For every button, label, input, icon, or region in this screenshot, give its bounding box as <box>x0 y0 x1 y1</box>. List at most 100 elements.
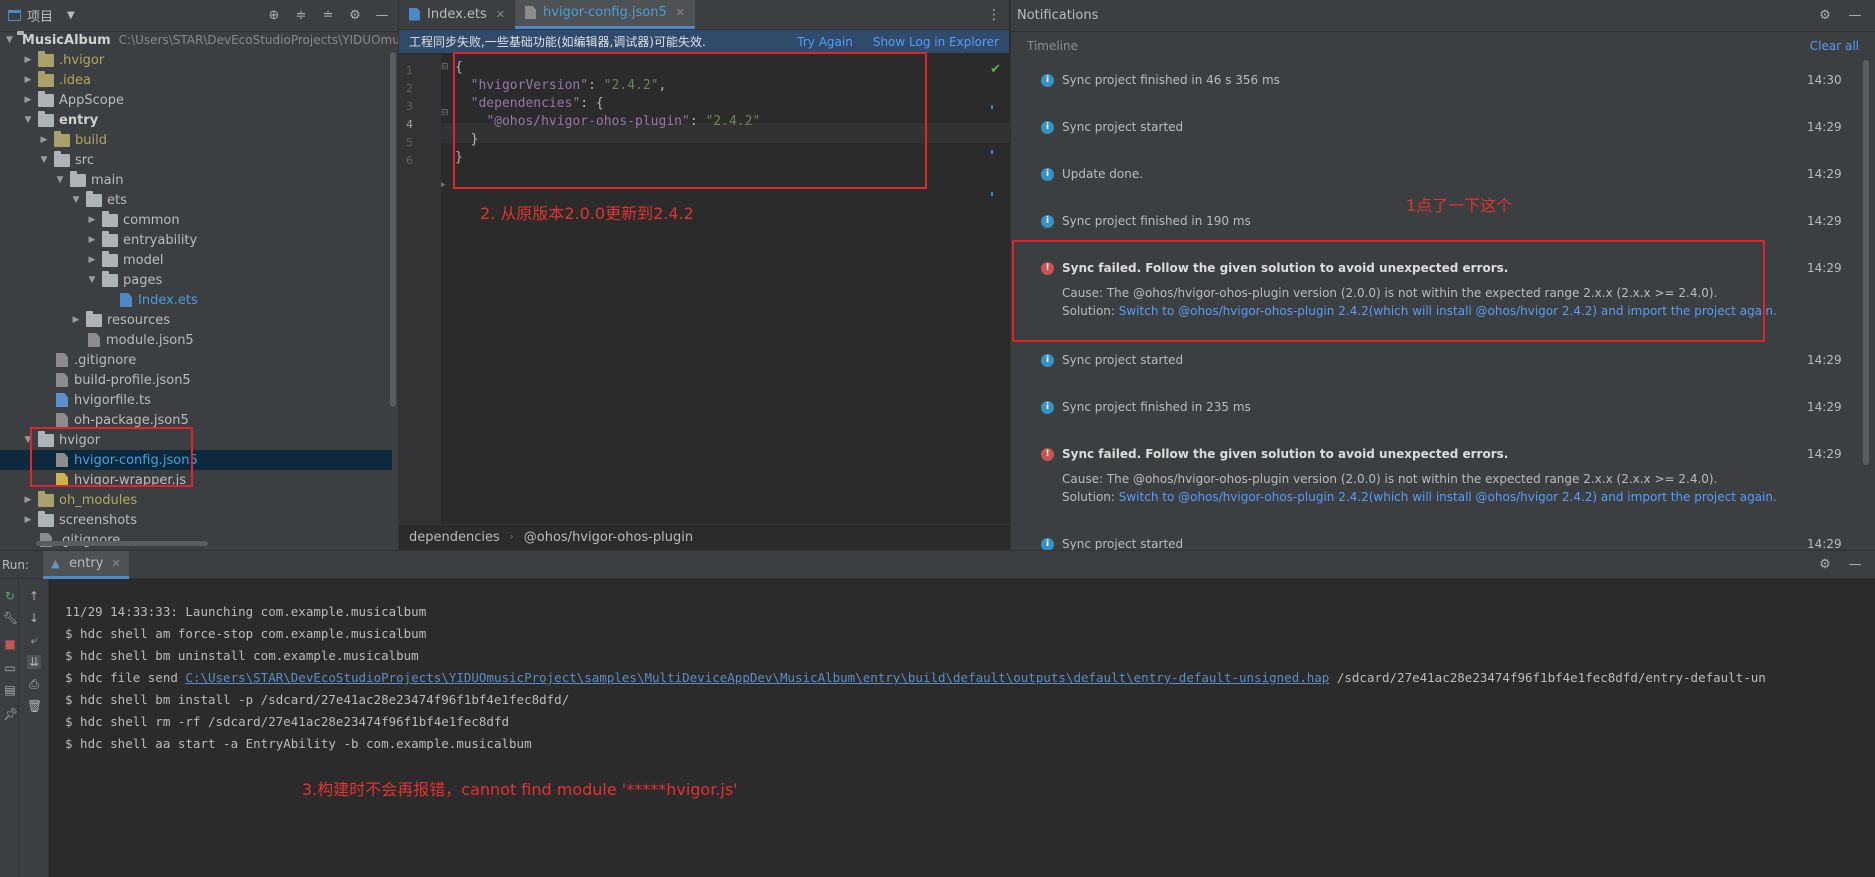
chevron-down-icon[interactable]: ▼ <box>22 435 34 445</box>
close-icon[interactable]: ✕ <box>676 6 685 19</box>
tree-item[interactable]: ▼ pages <box>0 270 392 290</box>
chevron-right-icon[interactable]: ▶ <box>22 75 34 85</box>
tree-item[interactable]: .gitignore <box>0 350 392 370</box>
tree-item[interactable]: hvigor-wrapper.js <box>0 470 392 490</box>
tree-item[interactable]: ▶ AppScope <box>0 90 392 110</box>
fold-icon[interactable]: ⊟ <box>441 108 449 118</box>
tree-item[interactable]: hvigor-config.json5 <box>0 450 392 470</box>
chevron-right-icon[interactable]: ▶ <box>86 235 98 245</box>
layout-icon[interactable]: ▤ <box>3 683 17 697</box>
restore-layout-icon[interactable]: ▭ <box>3 661 17 675</box>
tree-item[interactable]: ▶ common <box>0 210 392 230</box>
pin-icon[interactable]: 📌︎ <box>3 707 18 721</box>
tree-item[interactable]: module.json5 <box>0 330 392 350</box>
arrow-down-icon[interactable]: ↓ <box>27 611 41 625</box>
expand-all-icon[interactable]: ≑ <box>293 8 309 24</box>
tree-item[interactable]: ▼ hvigor <box>0 430 392 450</box>
fold-icon[interactable]: ▸ <box>441 180 449 190</box>
trash-icon[interactable]: 🗑︎ <box>27 699 42 713</box>
chevron-right-icon[interactable]: ▶ <box>22 95 34 105</box>
folder-icon <box>38 430 54 447</box>
tree-item[interactable]: ▶ .idea <box>0 70 392 90</box>
tree-item[interactable]: .gitignore <box>0 530 392 550</box>
gear-icon[interactable]: ⚙ <box>1817 8 1833 24</box>
chevron-right-icon[interactable]: ▶ <box>86 255 98 265</box>
tab-index-ets[interactable]: Index.ets ✕ <box>399 0 515 29</box>
tree-item[interactable]: ▶ .hvigor <box>0 50 392 70</box>
tree-item[interactable]: ▼ entry <box>0 110 392 130</box>
wrench-icon[interactable]: 🔧︎ <box>3 611 18 625</box>
gear-icon[interactable]: ⚙ <box>347 8 363 24</box>
scroll-to-end-icon[interactable]: ⇊ <box>27 655 41 669</box>
solution-link[interactable]: Switch to @ohos/hvigor-ohos-plugin 2.4.2… <box>1119 490 1777 504</box>
show-log-link[interactable]: Show Log in Explorer <box>873 35 999 49</box>
solution-link[interactable]: Switch to @ohos/hvigor-ohos-plugin 2.4.2… <box>1119 304 1777 318</box>
close-icon[interactable]: ✕ <box>111 557 120 570</box>
locate-icon[interactable]: ⊕ <box>266 8 282 24</box>
stop-icon[interactable]: ■ <box>3 637 17 651</box>
tree-item[interactable]: ▶ resources <box>0 310 392 330</box>
print-icon[interactable]: ⎙ <box>27 677 41 691</box>
tree-item[interactable]: hvigorfile.ts <box>0 390 392 410</box>
minimize-icon[interactable]: — <box>374 8 390 24</box>
fold-icon[interactable]: ⊟ <box>441 62 449 72</box>
tree-item[interactable]: ▶ model <box>0 250 392 270</box>
gear-icon[interactable]: ⚙ <box>1817 557 1833 573</box>
line-number: 3 <box>406 100 413 113</box>
clear-all-link[interactable]: Clear all <box>1810 39 1859 53</box>
file-path-link[interactable]: C:\Users\STAR\DevEcoStudioProjects\YIDUO… <box>185 670 1329 685</box>
chevron-down-icon[interactable]: ▼ <box>22 115 34 125</box>
tree-item[interactable]: ▶ build <box>0 130 392 150</box>
file-icon <box>56 373 68 387</box>
file-icon <box>56 453 68 467</box>
tree-item[interactable]: ▶ oh_modules <box>0 490 392 510</box>
vertical-scrollbar[interactable] <box>390 52 396 407</box>
code-line: { <box>455 60 463 75</box>
chevron-right-icon[interactable]: ▶ <box>22 515 34 525</box>
close-icon[interactable]: ✕ <box>496 8 505 21</box>
run-tab-entry[interactable]: ▲ entry ✕ <box>43 550 129 579</box>
chevron-down-icon[interactable]: ▼ <box>86 275 98 285</box>
tree-item[interactable]: ▶ entryability <box>0 230 392 250</box>
soft-wrap-icon[interactable]: ⤶ <box>27 633 41 647</box>
chevron-right-icon[interactable]: ▶ <box>22 55 34 65</box>
chevron-right-icon[interactable]: ▶ <box>22 495 34 505</box>
collapse-all-icon[interactable]: ≐ <box>320 8 336 24</box>
vertical-scrollbar[interactable] <box>1863 60 1869 465</box>
file-icon <box>56 353 68 367</box>
chevron-right-icon[interactable]: ▶ <box>38 135 50 145</box>
code-line: } <box>455 132 479 147</box>
arrow-up-icon[interactable]: ↑ <box>27 589 41 603</box>
tree-item-label: hvigor-wrapper.js <box>74 472 187 488</box>
tree-item[interactable]: build-profile.json5 <box>0 370 392 390</box>
minimize-icon[interactable]: — <box>1847 557 1863 573</box>
chevron-down-icon[interactable]: ▼ <box>6 35 13 45</box>
tree-item[interactable]: oh-package.json5 <box>0 410 392 430</box>
tree-item-label: model <box>123 252 164 268</box>
tree-item[interactable]: ▼ src <box>0 150 392 170</box>
chevron-down-icon[interactable]: ▼ <box>70 195 82 205</box>
tree-item[interactable]: ▼ MusicAlbum C:\Users\STAR\DevEcoStudioPro… <box>0 30 398 50</box>
info-icon: i <box>1041 354 1054 367</box>
chevron-down-icon[interactable]: ▼ <box>67 10 75 21</box>
tree-item[interactable]: ▼ main <box>0 170 392 190</box>
tree-item[interactable]: ▶ screenshots <box>0 510 392 530</box>
try-again-link[interactable]: Try Again <box>797 35 853 49</box>
tree-item[interactable]: ▼ ets <box>0 190 392 210</box>
more-vertical-icon[interactable]: ⋮ <box>987 7 1001 23</box>
tab-hvigor-config[interactable]: hvigor-config.json5 ✕ <box>515 0 695 29</box>
chevron-right-icon[interactable]: ▶ <box>86 215 98 225</box>
horizontal-scrollbar[interactable] <box>36 541 208 546</box>
run-label: Run: <box>2 557 30 572</box>
breadcrumb-item[interactable]: @ohos/hvigor-ohos-plugin <box>524 530 693 545</box>
tree-item[interactable]: Index.ets <box>0 290 392 310</box>
breadcrumb-item[interactable]: dependencies <box>409 530 500 545</box>
tree-item-label: MusicAlbum <box>21 32 111 48</box>
chevron-down-icon[interactable]: ▼ <box>38 155 50 165</box>
rerun-icon[interactable]: ↻ <box>3 589 17 603</box>
minimize-icon[interactable]: — <box>1847 8 1863 24</box>
notification-message: Sync project finished in 235 ms <box>1062 400 1251 414</box>
chevron-down-icon[interactable]: ▼ <box>54 175 66 185</box>
tab-label: Index.ets <box>427 6 487 22</box>
chevron-right-icon[interactable]: ▶ <box>70 315 82 325</box>
